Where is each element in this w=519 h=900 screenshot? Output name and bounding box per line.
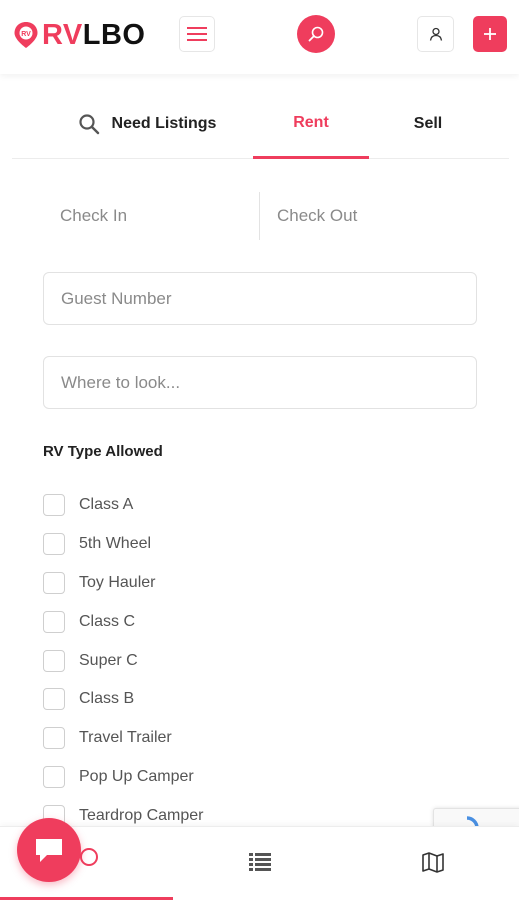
tab-sell-label: Sell	[413, 115, 443, 132]
rv-type-label: Pop Up Camper	[79, 767, 194, 785]
rv-type-item[interactable]: Toy Hauler	[43, 564, 343, 603]
rv-type-checkbox[interactable]	[43, 571, 65, 594]
rv-type-label: Super C	[79, 651, 138, 669]
brand-logo[interactable]: RV RVLBO	[12, 18, 145, 52]
hamburger-menu-icon	[187, 27, 207, 41]
rv-type-checkbox[interactable]	[43, 494, 65, 517]
rv-type-label: Toy Hauler	[79, 573, 156, 591]
map-pin-icon: RV	[14, 22, 38, 48]
rv-type-label: Class B	[79, 690, 135, 708]
map-icon	[421, 852, 444, 873]
date-divider	[259, 192, 260, 240]
rv-type-label: Travel Trailer	[79, 729, 172, 747]
rv-type-checkbox[interactable]	[43, 688, 65, 711]
rv-type-checkbox[interactable]	[43, 727, 65, 750]
rv-type-item[interactable]: Class A	[43, 486, 343, 525]
rv-type-label: Class A	[79, 496, 134, 514]
add-listing-button[interactable]	[473, 16, 507, 52]
rv-type-label: Teardrop Camper	[79, 806, 204, 824]
search-icon	[78, 114, 99, 135]
rv-type-checkbox[interactable]	[43, 610, 65, 633]
tab-need-listings-label: Need Listings	[111, 115, 217, 132]
tab-need-listings[interactable]: Need Listings	[62, 90, 232, 158]
rv-type-checkbox[interactable]	[43, 649, 65, 672]
svg-text:RV: RV	[21, 31, 31, 38]
plus-icon	[484, 28, 496, 40]
menu-button[interactable]	[179, 16, 215, 52]
rv-type-item[interactable]: Super C	[43, 641, 343, 680]
header-search-button[interactable]	[297, 15, 335, 53]
rv-type-label: 5th Wheel	[79, 535, 152, 553]
chat-button[interactable]	[17, 818, 81, 882]
nav-list[interactable]	[173, 827, 346, 897]
check-in-field[interactable]: Check In	[60, 190, 127, 242]
rv-type-checkbox[interactable]	[43, 533, 65, 556]
rv-type-heading: RV Type Allowed	[43, 443, 163, 460]
tab-sell[interactable]: Sell	[377, 90, 479, 158]
check-out-field[interactable]: Check Out	[277, 190, 357, 242]
nav-map[interactable]	[346, 827, 519, 897]
listing-type-tabs: Need Listings Rent Sell	[12, 90, 509, 159]
date-range-picker: Check In Check Out	[43, 190, 477, 242]
app-header: RV RVLBO	[0, 0, 519, 74]
search-icon	[308, 26, 324, 42]
rv-type-item[interactable]: 5th Wheel	[43, 525, 343, 564]
list-icon	[248, 853, 271, 871]
user-icon	[429, 27, 442, 41]
rv-type-item[interactable]: Class B	[43, 680, 343, 719]
rv-type-list: Class A 5th Wheel Toy Hauler Class C Sup…	[43, 486, 343, 835]
rv-type-item[interactable]: Class C	[43, 602, 343, 641]
guest-number-input[interactable]	[43, 272, 477, 325]
tab-rent-label: Rent	[293, 114, 329, 131]
rv-type-item[interactable]: Pop Up Camper	[43, 758, 343, 797]
user-account-button[interactable]	[417, 16, 454, 52]
location-search-input[interactable]	[43, 356, 477, 409]
rv-type-label: Class C	[79, 612, 136, 630]
rv-type-item[interactable]: Travel Trailer	[43, 719, 343, 758]
rv-type-checkbox[interactable]	[43, 765, 65, 788]
chat-icon	[36, 839, 62, 862]
brand-name-part2: LBO	[82, 19, 146, 51]
tab-rent[interactable]: Rent	[253, 90, 369, 159]
brand-name-part1: RV	[42, 19, 83, 51]
